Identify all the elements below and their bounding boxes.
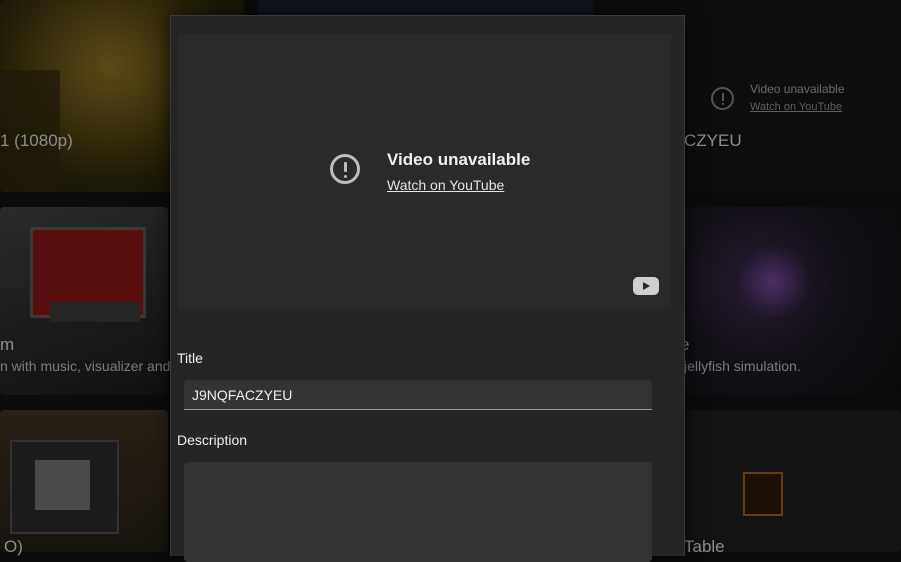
desk-image: [50, 302, 140, 322]
mini-video-unavailable: Video unavailable: [750, 82, 845, 96]
video-unavailable-text: Video unavailable: [387, 150, 531, 169]
video-player[interactable]: Video unavailable Watch on YouTube: [178, 34, 671, 309]
gallery-card-6[interactable]: [0, 410, 168, 552]
gallery-card-7-title: Table: [684, 537, 725, 556]
screen-image: [35, 460, 90, 510]
exclamation-circle-icon: [330, 154, 360, 184]
jellyfish-image: [733, 247, 813, 317]
gallery-card-3-title: CZYEU: [684, 131, 742, 150]
youtube-logo-icon[interactable]: [633, 277, 659, 295]
title-input[interactable]: [184, 380, 652, 410]
description-label: Description: [177, 432, 248, 448]
gallery-card-6-title: O): [4, 537, 23, 556]
gallery-card-1-title: 1 (1080p): [0, 131, 73, 150]
title-label: Title: [177, 350, 203, 366]
gallery-card-4-title: m: [0, 335, 15, 354]
edit-video-dialog: Video unavailable Watch on YouTube Title…: [170, 15, 685, 562]
description-textarea[interactable]: [184, 462, 652, 562]
watch-on-youtube-link[interactable]: Watch on YouTube: [387, 177, 504, 193]
gallery-card-5-desc: jellyfish simulation.: [684, 358, 801, 374]
periodic-element-image: [743, 472, 783, 516]
mini-exclamation-icon: [711, 87, 734, 110]
gallery-card-4-desc: n with music, visualizer and: [0, 358, 171, 374]
mini-watch-link[interactable]: Watch on YouTube: [750, 101, 842, 113]
gallery-card-7[interactable]: [683, 410, 901, 552]
